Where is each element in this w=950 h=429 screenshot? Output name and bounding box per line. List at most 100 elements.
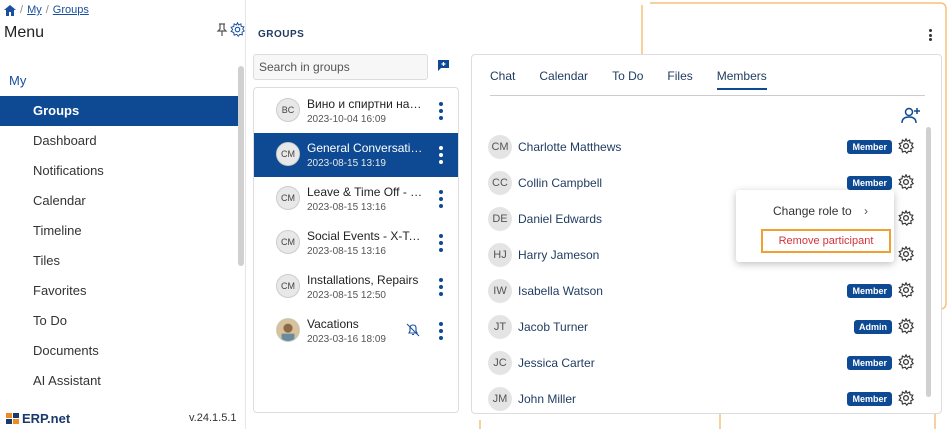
muted-bell-icon [406,323,420,342]
avatar: HJ [488,243,512,267]
gear-icon[interactable] [230,22,245,37]
tab-todo[interactable]: To Do [612,69,643,90]
tab-members[interactable]: Members [716,69,767,90]
role-badge: Member [847,356,892,370]
avatar: CM [276,142,300,166]
kebab-menu-icon[interactable] [438,234,444,252]
gear-icon[interactable] [898,317,915,339]
breadcrumb: / My / Groups [4,4,89,16]
member-name[interactable]: Collin Campbell [518,176,602,190]
breadcrumb-groups[interactable]: Groups [53,4,89,16]
table-row: JT Jacob Turner Admin [488,313,924,349]
menu-item-groups[interactable]: Groups [0,96,238,126]
erp-logo-icon [6,412,19,424]
menu-item-dashboard[interactable]: Dashboard [0,126,238,156]
group-name: Вино и спиртни напитки [307,97,427,111]
gear-icon[interactable] [898,281,915,303]
avatar-photo [276,318,300,342]
add-member-button[interactable] [901,106,921,129]
member-name[interactable]: Jessica Carter [518,356,595,370]
person-photo-icon [277,319,299,341]
list-item[interactable]: Vacations 2023-03-16 18:09 [254,309,458,353]
list-item[interactable]: CM Leave & Time Off - Requests 2023-08-1… [254,177,458,221]
avatar: BC [276,98,300,122]
menu-item-documents[interactable]: Documents [0,336,238,366]
home-icon[interactable] [4,4,16,16]
kebab-menu-icon[interactable] [438,102,444,120]
gear-icon[interactable] [898,353,915,375]
sidebar: / My / Groups Menu My Groups Dashboard N… [0,0,246,429]
table-row: IW Isabella Watson Member [488,277,924,313]
group-date: 2023-08-15 12:50 [307,290,386,301]
menu-item-timeline[interactable]: Timeline [0,216,238,246]
avatar: CM [276,230,300,254]
sidebar-scrollbar[interactable] [238,66,244,266]
menu-list: Groups Dashboard Notifications Calendar … [0,96,238,396]
gear-icon[interactable] [898,137,915,159]
menu-item-favorites[interactable]: Favorites [0,276,238,306]
member-name[interactable]: Isabella Watson [518,284,603,298]
groups-title: GROUPS [258,29,305,40]
group-name: General Conversations [307,141,427,155]
member-name[interactable]: John Miller [518,392,576,406]
menu-item-todo[interactable]: To Do [0,306,238,336]
member-name[interactable]: Jacob Turner [518,320,588,334]
group-name: Leave & Time Off - Requests [307,185,427,199]
avatar: DE [488,207,512,231]
avatar: IW [488,279,512,303]
list-item[interactable]: CM Social Events - X-Team 2023-08-15 13:… [254,221,458,265]
breadcrumb-my[interactable]: My [27,4,42,16]
remove-participant-menu-item[interactable]: Remove participant [761,229,891,253]
add-chat-icon [438,60,449,71]
kebab-menu-icon[interactable] [438,146,444,164]
member-name[interactable]: Daniel Edwards [518,212,602,226]
change-role-menu-item[interactable]: Change role to [773,204,852,218]
table-row: CM Charlotte Matthews Member [488,133,924,169]
role-badge: Member [847,392,892,406]
add-user-icon [901,107,920,124]
group-date: 2023-10-04 16:09 [307,114,386,125]
brand-name: ERP.net [22,411,71,426]
avatar: CC [488,171,512,195]
table-row: JC Jessica Carter Member [488,349,924,385]
group-list: BC Вино и спиртни напитки 2023-10-04 16:… [253,87,459,413]
kebab-menu-icon[interactable] [438,190,444,208]
menu-item-tiles[interactable]: Tiles [0,246,238,276]
gear-icon[interactable] [898,209,915,231]
group-date: 2023-03-16 18:09 [307,334,386,345]
member-name[interactable]: Charlotte Matthews [518,140,621,154]
list-item[interactable]: BC Вино и спиртни напитки 2023-10-04 16:… [254,89,458,133]
list-item[interactable]: CM Installations, Repairs 2023-08-15 12:… [254,265,458,309]
tab-chat[interactable]: Chat [490,69,515,90]
avatar: JM [488,387,512,411]
group-name: Installations, Repairs [307,273,419,287]
avatar: CM [488,135,512,159]
kebab-menu-icon[interactable] [438,278,444,296]
members-scrollbar[interactable] [926,127,931,397]
gear-icon[interactable] [898,173,915,195]
menu-item-ai-assistant[interactable]: AI Assistant [0,366,238,396]
search-input[interactable] [253,54,428,80]
menu-item-calendar[interactable]: Calendar [0,186,238,216]
avatar: CM [276,186,300,210]
more-options-icon[interactable] [929,29,933,41]
new-group-button[interactable] [437,59,450,77]
gear-icon[interactable] [898,389,915,411]
version-label: v.24.1.5.1 [189,412,237,424]
group-name: Social Events - X-Team [307,229,427,243]
pin-icon[interactable] [216,22,228,37]
tab-calendar[interactable]: Calendar [539,69,588,90]
gear-icon[interactable] [898,245,915,267]
menu-item-notifications[interactable]: Notifications [0,156,238,186]
member-name[interactable]: Harry Jameson [518,248,599,262]
member-context-menu: Change role to › Remove participant [736,190,894,262]
list-item[interactable]: CM General Conversations 2023-08-15 13:1… [254,133,458,177]
tab-files[interactable]: Files [667,69,692,90]
avatar: JT [488,315,512,339]
menu-section-my[interactable]: My [9,73,26,88]
role-badge: Admin [854,320,892,334]
group-date: 2023-08-15 13:16 [307,246,386,257]
role-badge: Member [847,176,892,190]
kebab-menu-icon[interactable] [438,322,444,340]
avatar: JC [488,351,512,375]
